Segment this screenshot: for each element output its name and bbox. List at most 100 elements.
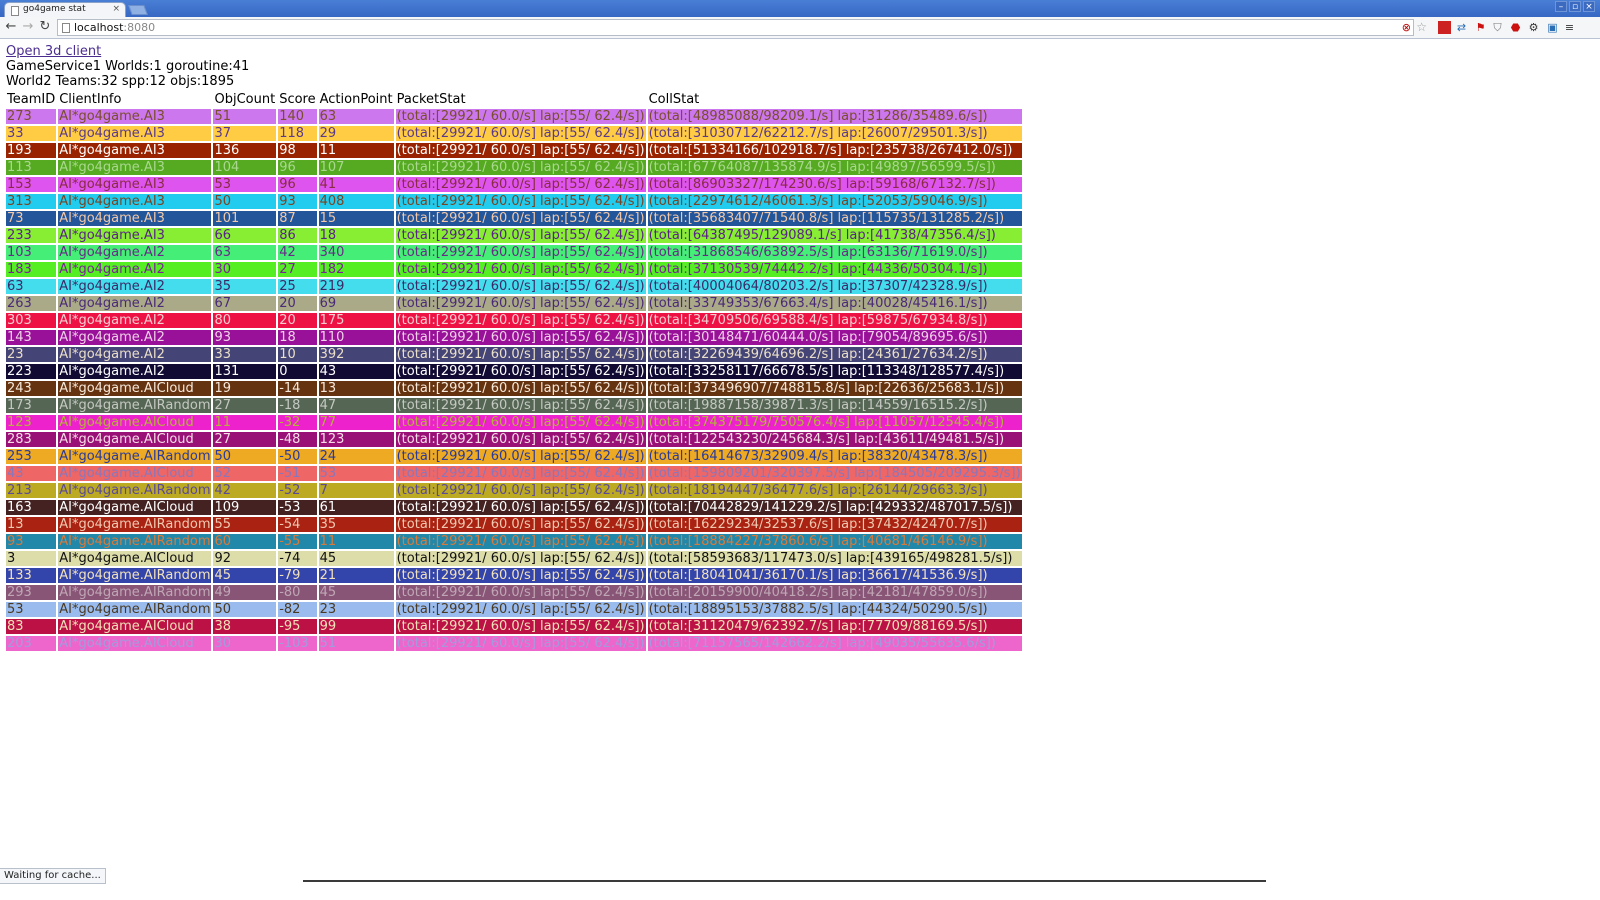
packet-stat-cell: (total:[29921/ 60.0/s] lap:[55/ 62.4/s])	[395, 296, 646, 311]
action-point-cell: 175	[318, 313, 394, 328]
client-info-cell: AI*go4game.AIRandom	[58, 398, 212, 413]
score-cell: 98	[278, 143, 317, 158]
gear-icon[interactable]: ⚙	[1527, 21, 1540, 34]
coll-stat-cell: (total:[37130539/74442.2/s] lap:[44336/5…	[647, 262, 1022, 277]
table-row: 203 AI*go4game.AICloud 30 -103 51 (total:[299…	[6, 636, 1022, 651]
packet-stat-cell: (total:[29921/ 60.0/s] lap:[55/ 62.4/s])	[395, 126, 646, 141]
team-id-cell: 273	[6, 109, 57, 124]
stop-icon[interactable]: ⊗	[1402, 20, 1411, 35]
table-row: 263 AI*go4game.AI2 67 20 69 (total:[29921/ 60…	[6, 296, 1022, 311]
client-info-cell: AI*go4game.AI3	[58, 177, 212, 192]
browser-tab[interactable]: go4game stat ×	[4, 2, 126, 17]
team-stats-table: TeamID ClientInfo ObjCount Score ActionP…	[4, 90, 1024, 653]
table-row: 233 AI*go4game.AI3 66 86 18 (total:[29921/ 60…	[6, 228, 1022, 243]
table-row: 163 AI*go4game.AICloud 109 -53 61 (total:[299…	[6, 500, 1022, 515]
back-arrow-icon[interactable]: ←	[3, 19, 19, 35]
score-cell: 20	[278, 313, 317, 328]
client-info-cell: AI*go4game.AICloud	[58, 636, 212, 651]
coll-stat-cell: (total:[18194447/36477.6/s] lap:[26144/2…	[647, 483, 1022, 498]
shield-icon[interactable]: ⛉	[1491, 21, 1504, 34]
action-point-cell: 23	[318, 602, 394, 617]
client-info-cell: AI*go4game.AICloud	[58, 619, 212, 634]
col-header-client-info: ClientInfo	[59, 92, 122, 107]
action-point-cell: 11	[318, 534, 394, 549]
menu-icon[interactable]: ≡	[1563, 21, 1576, 34]
translate-icon[interactable]: ⇄	[1455, 21, 1468, 34]
coll-stat-cell: (total:[374375179/750576.4/s] lap:[11057…	[647, 415, 1022, 430]
score-cell: 93	[278, 194, 317, 209]
coll-stat-cell: (total:[86903327/174230.6/s] lap:[59168/…	[647, 177, 1022, 192]
packet-stat-cell: (total:[29921/ 60.0/s] lap:[55/ 62.4/s])	[395, 483, 646, 498]
col-header-obj-count: ObjCount	[214, 92, 276, 107]
score-cell: -80	[278, 585, 317, 600]
coll-stat-cell: (total:[33749353/67663.4/s] lap:[40028/4…	[647, 296, 1022, 311]
table-row: 3 AI*go4game.AICloud 92 -74 45 (total:[29921/…	[6, 551, 1022, 566]
table-row: 293 AI*go4game.AIRandom 49 -80 45 (total:[299…	[6, 585, 1022, 600]
maximize-button[interactable]: ▫	[1569, 1, 1581, 12]
packet-stat-cell: (total:[29921/ 60.0/s] lap:[55/ 62.4/s])	[395, 398, 646, 413]
table-row: 23 AI*go4game.AI2 33 10 392 (total:[29921/ 60…	[6, 347, 1022, 362]
coll-stat-cell: (total:[32269439/64696.2/s] lap:[24361/2…	[647, 347, 1022, 362]
flag-icon[interactable]: ⚑	[1474, 21, 1487, 34]
status-bubble: Waiting for cache...	[0, 868, 106, 884]
obj-count-cell: 131	[213, 364, 277, 379]
obj-count-cell: 52	[213, 466, 277, 481]
table-row: 53 AI*go4game.AIRandom 50 -82 23 (total:[2992…	[6, 602, 1022, 617]
forward-arrow-icon[interactable]: →	[20, 19, 36, 35]
coll-stat-cell: (total:[18895153/37882.5/s] lap:[44324/5…	[647, 602, 1022, 617]
score-cell: 25	[278, 279, 317, 294]
action-point-cell: 392	[318, 347, 394, 362]
packet-stat-cell: (total:[29921/ 60.0/s] lap:[55/ 62.4/s])	[395, 228, 646, 243]
packet-stat-cell: (total:[29921/ 60.0/s] lap:[55/ 62.4/s])	[395, 347, 646, 362]
action-point-cell: 63	[318, 109, 394, 124]
team-id-cell: 133	[6, 568, 57, 583]
coll-stat-cell: (total:[20159900/40418.2/s] lap:[42181/4…	[647, 585, 1022, 600]
obj-count-cell: 80	[213, 313, 277, 328]
coll-stat-cell: (total:[34709506/69588.4/s] lap:[59875/6…	[647, 313, 1022, 328]
packet-stat-cell: (total:[29921/ 60.0/s] lap:[55/ 62.4/s])	[395, 517, 646, 532]
address-bar[interactable]: localhost:8080 ⊗ ☆	[57, 19, 1427, 36]
table-body: 273 AI*go4game.AI3 51 140 63 (total:[29921/ 6…	[6, 109, 1022, 651]
window-close-button[interactable]: ×	[1583, 1, 1595, 12]
action-point-cell: 182	[318, 262, 394, 277]
team-id-cell: 173	[6, 398, 57, 413]
open-3d-client-link[interactable]: Open 3d client	[6, 44, 1024, 59]
reload-icon[interactable]: ↻	[37, 19, 53, 35]
action-point-cell: 35	[318, 517, 394, 532]
obj-count-cell: 38	[213, 619, 277, 634]
action-point-cell: 219	[318, 279, 394, 294]
team-id-cell: 73	[6, 211, 57, 226]
tab-close-icon[interactable]: ×	[112, 3, 120, 16]
extension-red-icon[interactable]	[1438, 21, 1451, 34]
windows-icon[interactable]: ▣	[1546, 21, 1559, 34]
packet-stat-cell: (total:[29921/ 60.0/s] lap:[55/ 62.4/s])	[395, 466, 646, 481]
horizontal-scrollbar[interactable]	[303, 880, 1266, 882]
action-point-cell: 15	[318, 211, 394, 226]
obj-count-cell: 30	[213, 636, 277, 651]
table-row: 143 AI*go4game.AI2 93 18 110 (total:[29921/ 6…	[6, 330, 1022, 345]
action-point-cell: 43	[318, 364, 394, 379]
score-cell: 96	[278, 160, 317, 175]
obj-count-cell: 33	[213, 347, 277, 362]
minimize-button[interactable]: –	[1555, 1, 1567, 12]
score-cell: 140	[278, 109, 317, 124]
score-cell: 87	[278, 211, 317, 226]
client-info-cell: AI*go4game.AIRandom	[58, 483, 212, 498]
adblock-icon[interactable]: ⬣	[1509, 21, 1522, 34]
coll-stat-cell: (total:[71157565/142662.2/s] lap:[49035/…	[647, 636, 1022, 651]
obj-count-cell: 63	[213, 245, 277, 260]
packet-stat-cell: (total:[29921/ 60.0/s] lap:[55/ 62.4/s])	[395, 364, 646, 379]
new-tab-button[interactable]	[128, 5, 148, 15]
packet-stat-cell: (total:[29921/ 60.0/s] lap:[55/ 62.4/s])	[395, 194, 646, 209]
action-point-cell: 45	[318, 585, 394, 600]
coll-stat-cell: (total:[18041041/36170.1/s] lap:[36617/4…	[647, 568, 1022, 583]
client-info-cell: AI*go4game.AI3	[58, 143, 212, 158]
client-info-cell: AI*go4game.AI2	[58, 330, 212, 345]
action-point-cell: 99	[318, 619, 394, 634]
bookmark-star-icon[interactable]: ☆	[1416, 20, 1427, 35]
table-row: 43 AI*go4game.AICloud 52 -51 53 (total:[29921…	[6, 466, 1022, 481]
team-id-cell: 13	[6, 517, 57, 532]
coll-stat-cell: (total:[19887158/39871.3/s] lap:[14559/1…	[647, 398, 1022, 413]
client-info-cell: AI*go4game.AI2	[58, 347, 212, 362]
obj-count-cell: 93	[213, 330, 277, 345]
